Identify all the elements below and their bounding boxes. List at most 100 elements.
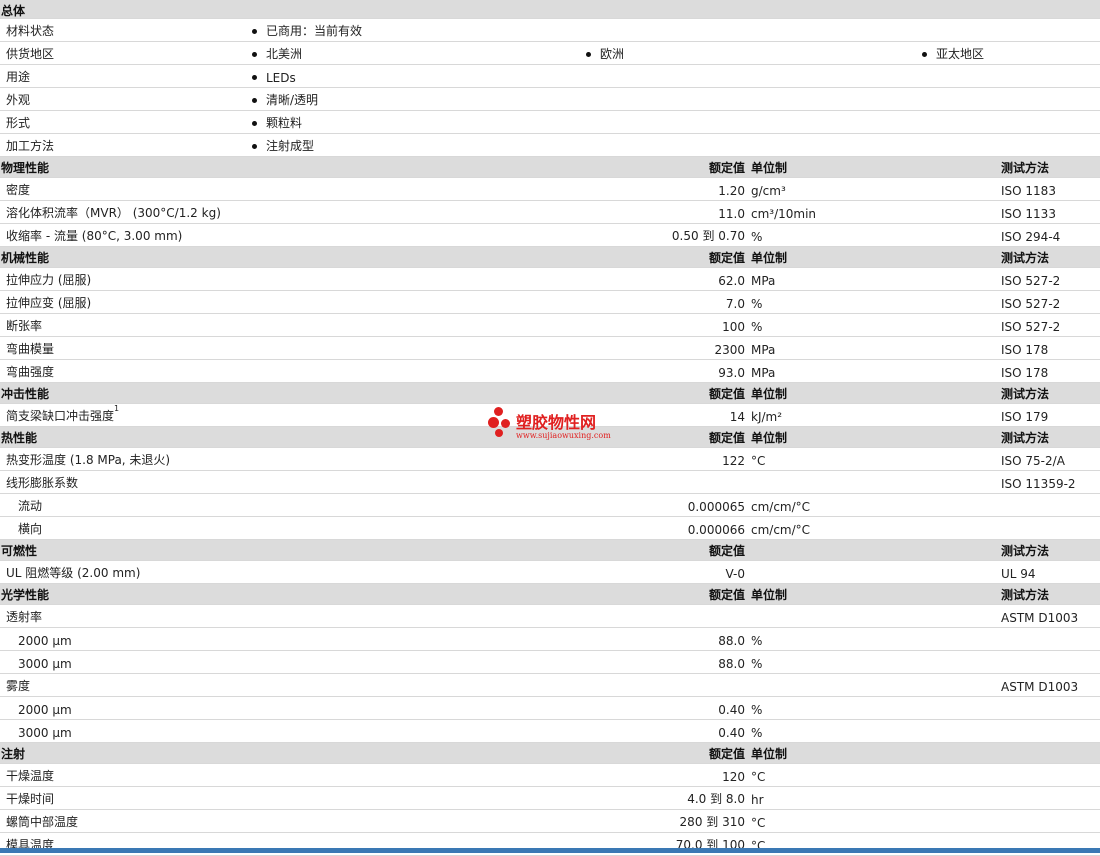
- nominal-value: 88.0: [718, 657, 745, 671]
- unit-value: %: [751, 634, 763, 648]
- property-label: 雾度: [6, 677, 30, 694]
- test-method: ASTM D1003: [1001, 680, 1079, 694]
- property-label-text: 断张率: [6, 319, 43, 333]
- bullet-icon: [252, 144, 257, 149]
- property-value: 颗粒料: [266, 116, 303, 130]
- property-label: 简支梁缺口冲击强度1: [6, 404, 119, 424]
- nominal-value: 1.20: [718, 184, 745, 198]
- unit-value: cm/cm/°C: [751, 523, 811, 537]
- general-row: 材料状态 已商用：当前有效: [0, 19, 1100, 42]
- section-title: 热性能: [1, 431, 38, 445]
- property-row: 弯曲模量 2300 MPa ISO 178: [0, 337, 1100, 360]
- nominal-value: 122: [722, 454, 745, 468]
- test-method: ISO 75-2/A: [1001, 454, 1065, 468]
- section-title: 可燃性: [1, 544, 38, 558]
- property-label-text: 拉伸应力 (屈服): [6, 273, 92, 287]
- watermark-dot-icon: [501, 419, 510, 428]
- property-label: 弯曲强度: [6, 363, 54, 380]
- property-label: 加工方法: [6, 139, 55, 153]
- property-row: 拉伸应力 (屈服) 62.0 MPa ISO 527-2: [0, 268, 1100, 291]
- property-row: 干燥温度 120 °C: [0, 764, 1100, 787]
- property-label-text: 溶化体积流率（MVR） (300°C/1.2 kg): [6, 206, 221, 220]
- bullet-icon: [252, 75, 257, 80]
- nominal-value: 2300: [714, 343, 745, 357]
- nominal-value: V-0: [725, 567, 745, 581]
- property-label: 热变形温度 (1.8 MPa, 未退火): [6, 451, 170, 468]
- bullet-icon: [252, 52, 257, 57]
- nominal-value: 88.0: [718, 634, 745, 648]
- section-title: 机械性能: [1, 251, 50, 265]
- site-watermark: 塑胶物性网 www.sujiaowuxing.com: [488, 407, 618, 447]
- column-nominal: 额定值: [708, 251, 745, 265]
- property-label-text: 横向: [18, 522, 43, 536]
- property-row: 拉伸应变 (屈服) 7.0% ISO 527-2: [0, 291, 1100, 314]
- property-label-text: 简支梁缺口冲击强度: [6, 409, 115, 423]
- property-value: LEDs: [266, 71, 296, 85]
- property-label-text: 雾度: [6, 679, 31, 693]
- unit-value: MPa: [751, 366, 776, 380]
- test-method: ISO 294-4: [1001, 230, 1061, 244]
- unit-value: hr: [751, 793, 764, 807]
- property-label: 干燥时间: [6, 790, 54, 807]
- section-title: 光学性能: [1, 588, 50, 602]
- column-unit: 单位制: [751, 387, 788, 401]
- property-row: 干燥时间 4.0 到 8.0 hr: [0, 787, 1100, 810]
- general-row: 形式 颗粒料: [0, 111, 1100, 134]
- general-row: 供货地区 北美洲 欧洲 亚太地区: [0, 42, 1100, 65]
- nominal-value: 0.000065: [687, 500, 745, 514]
- bottom-bar: [0, 848, 1100, 853]
- section-title: 物理性能: [1, 161, 50, 175]
- test-method: ISO 527-2: [1001, 297, 1061, 311]
- property-label-text: 干燥时间: [6, 792, 55, 806]
- test-method: ISO 527-2: [1001, 320, 1061, 334]
- property-label: 线形膨胀系数: [6, 474, 78, 491]
- section-header: 冲击性能 额定值 单位制 测试方法: [0, 383, 1100, 404]
- property-row: 断张率 100% ISO 527-2: [0, 314, 1100, 337]
- section-header-general: 总体: [0, 0, 1100, 19]
- nominal-value: 11.0: [718, 207, 745, 221]
- column-nominal: 额定值: [708, 588, 745, 602]
- property-label: 外观: [6, 93, 31, 107]
- unit-value: MPa: [751, 274, 776, 288]
- property-label: 3000 µm: [18, 726, 72, 740]
- column-method: 测试方法: [1001, 251, 1050, 265]
- property-label-text: 流动: [18, 499, 43, 513]
- property-label-text: 热变形温度 (1.8 MPa, 未退火): [6, 453, 171, 467]
- property-value: 北美洲: [266, 47, 303, 61]
- property-label: 弯曲模量: [6, 340, 54, 357]
- property-label: 溶化体积流率（MVR） (300°C/1.2 kg): [6, 204, 221, 221]
- column-unit: 单位制: [751, 431, 788, 445]
- section-title: 注射: [1, 747, 26, 761]
- property-row: 热变形温度 (1.8 MPa, 未退火) 122 °C ISO 75-2/A: [0, 448, 1100, 471]
- watermark-text: 塑胶物性网: [516, 413, 597, 432]
- property-value: 清晰/透明: [266, 93, 319, 107]
- property-label: 拉伸应力 (屈服): [6, 271, 91, 288]
- property-label-text: 线形膨胀系数: [6, 476, 79, 490]
- nominal-value: 100: [722, 320, 745, 334]
- property-row: 2000 µm 0.40%: [0, 697, 1100, 720]
- column-method: 测试方法: [1001, 431, 1050, 445]
- property-row: 螺筒中部温度 280 到 310 °C: [0, 810, 1100, 833]
- property-row: 溶化体积流率（MVR） (300°C/1.2 kg) 11.0 cm³/10min I…: [0, 201, 1100, 224]
- section-header: 注射 额定值 单位制: [0, 743, 1100, 764]
- general-row: 加工方法 注射成型: [0, 134, 1100, 157]
- property-label-text: 收缩率 - 流量 (80°C, 3.00 mm): [6, 229, 183, 243]
- column-method: 测试方法: [1001, 588, 1050, 602]
- property-label: 2000 µm: [18, 703, 72, 717]
- property-label-text: 弯曲模量: [6, 342, 55, 356]
- nominal-value: 0.40: [718, 726, 745, 740]
- test-method: ISO 1183: [1001, 184, 1056, 198]
- property-row: 3000 µm 88.0%: [0, 651, 1100, 674]
- section-title: 总体: [1, 4, 26, 18]
- property-label-text: UL 阻燃等级 (2.00 mm): [6, 566, 141, 580]
- column-nominal: 额定值: [708, 544, 745, 558]
- unit-value: %: [751, 230, 763, 244]
- test-method: ISO 11359-2: [1001, 477, 1076, 491]
- property-label: 透射率: [6, 608, 42, 625]
- property-label: 断张率: [6, 317, 42, 334]
- nominal-value: 0.50 到 0.70: [671, 229, 745, 243]
- property-label-text: 3000 µm: [18, 726, 72, 740]
- section-title: 冲击性能: [1, 387, 50, 401]
- section-header: 可燃性 额定值 测试方法: [0, 540, 1100, 561]
- column-nominal: 额定值: [708, 387, 745, 401]
